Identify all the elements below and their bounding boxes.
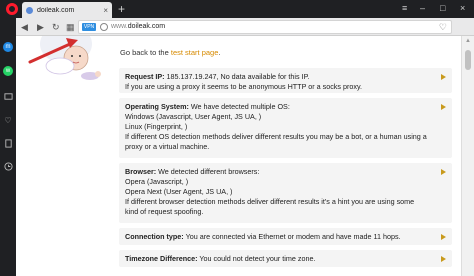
card-line: kind of request spoofing. [125,207,204,216]
expand-arrow-icon[interactable] [441,256,446,262]
tabs-icon[interactable] [3,138,13,148]
address-bar: ◀ ▶ ↻ ▦ VPN www.doileak.com ♡ [16,18,474,36]
card-line: If different browser detection methods d… [125,197,415,206]
browser-card[interactable]: Browser: We detected different browsers:… [119,163,452,223]
card-line: Windows (Javascript, User Agent, JS UA, … [125,112,262,121]
easy-setup-icon[interactable]: ≡ [402,2,407,14]
tab-title: doileak.com [37,6,75,14]
request-ip-card[interactable]: Request IP: 185.137.19.247, No data avai… [119,68,452,93]
expand-arrow-icon[interactable] [441,104,446,110]
maximize-button[interactable]: □ [440,2,445,14]
scroll-up-icon[interactable]: ▲ [465,38,471,44]
card-line: Operating System: We have detected multi… [125,102,290,111]
card-line: Opera (Javascript, ) [125,177,189,186]
bookmark-heart-icon[interactable]: ♡ [439,22,447,32]
expand-arrow-icon[interactable] [441,234,446,240]
url-text: www.doileak.com [111,23,166,30]
reload-icon[interactable]: ↻ [52,21,60,33]
minimize-button[interactable]: – [420,2,425,14]
baby-illustration [28,36,101,80]
card-label: Connection type: [125,232,184,241]
forward-icon[interactable]: ▶ [37,21,44,33]
scroll-thumb[interactable] [465,50,471,70]
card-label: Browser: [125,167,157,176]
card-line: If you are using a proxy it seems to be … [125,82,363,91]
speed-dial-icon[interactable]: ▦ [66,21,75,33]
test-start-link[interactable]: test start page [171,48,219,57]
back-icon[interactable]: ◀ [21,21,28,33]
sidebar: m w ♡ [0,18,16,276]
card-line: Request IP: 185.137.19.247, No data avai… [125,72,310,81]
site-info-icon[interactable] [100,23,108,31]
vertical-scrollbar[interactable]: ▲ [461,36,474,276]
card-line: Timezone Difference: You could not detec… [125,254,316,263]
card-line: Linux (Fingerprint, ) [125,122,188,131]
card-line: Connection type: You are connected via E… [125,232,401,241]
history-icon[interactable] [3,91,13,101]
card-line: If different OS detection methods delive… [125,132,427,141]
card-label: Timezone Difference: [125,254,198,263]
card-label: Request IP: [125,72,165,81]
tab-active[interactable]: doileak.com × [22,2,112,18]
connection-type-card[interactable]: Connection type: You are connected via E… [119,228,452,245]
card-line: Browser: We detected different browsers: [125,167,260,176]
timezone-card[interactable]: Timezone Difference: You could not detec… [119,250,452,267]
clock-icon[interactable] [3,161,13,171]
card-label: Operating System: [125,102,189,111]
messenger-icon[interactable]: m [3,42,13,52]
tab-close-icon[interactable]: × [103,6,108,15]
opera-menu-icon[interactable] [6,3,18,15]
expand-arrow-icon[interactable] [441,169,446,175]
heart-icon[interactable]: ♡ [3,115,13,125]
operating-system-card[interactable]: Operating System: We have detected multi… [119,98,452,158]
card-line: proxy or a virtual machine. [125,142,210,151]
card-line: Opera Next (User Agent, JS UA, ) [125,187,233,196]
expand-arrow-icon[interactable] [441,74,446,80]
close-window-button[interactable]: × [460,2,465,14]
new-tab-button[interactable]: + [118,2,125,16]
whatsapp-icon[interactable]: w [3,66,13,76]
site-favicon-icon [26,6,33,14]
tab-bar: doileak.com × + ≡ – □ × [0,0,474,18]
go-back-text: Go back to the test start page. [120,48,221,57]
url-field[interactable]: VPN www.doileak.com ♡ [78,20,452,34]
page-content: Go back to the test start page. Request … [16,36,461,276]
vpn-badge[interactable]: VPN [82,23,96,31]
